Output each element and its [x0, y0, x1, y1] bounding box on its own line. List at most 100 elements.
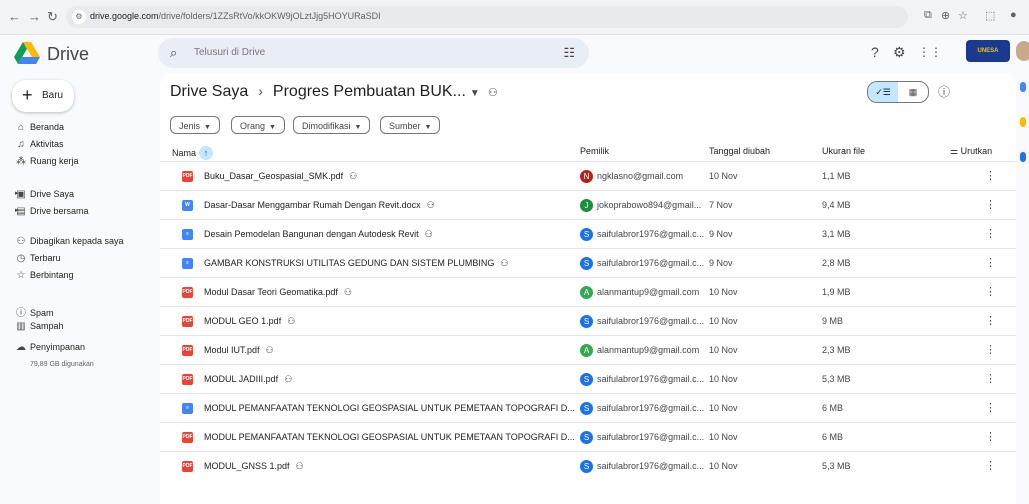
cast-icon[interactable]: ⧉: [924, 9, 932, 22]
file-size: 6 MB: [822, 403, 844, 413]
file-name-text: GAMBAR KONSTRUKSI UTILITAS GEDUNG DAN SI…: [204, 258, 495, 268]
file-row[interactable]: PDF Buku_Dasar_Geospasial_SMK.pdf ⚇ Nngklas…: [160, 161, 1016, 191]
search-icon[interactable]: ⌕: [170, 45, 177, 61]
site-info-icon[interactable]: ⚙: [72, 10, 86, 24]
keep-side-icon[interactable]: [1020, 117, 1026, 127]
calendar-side-icon[interactable]: [1020, 82, 1026, 92]
column-header-name[interactable]: Nama ↑: [172, 146, 214, 160]
pdf-file-icon: PDF: [182, 345, 193, 356]
forward-icon[interactable]: →: [28, 9, 41, 24]
more-actions-icon[interactable]: ⋮: [985, 343, 996, 356]
app-title: Drive: [47, 44, 90, 64]
search-bar[interactable]: ⌕ ☷: [158, 38, 589, 68]
sidebar-item-ruang-kerja[interactable]: ⁂ Ruang kerja: [12, 156, 79, 170]
file-row[interactable]: PDF MODUL_GNSS 1.pdf ⚇ Ssaifulabror1976@gma…: [160, 451, 1016, 481]
filter-chip-dimodifikasi[interactable]: Dimodifikasi ▼: [293, 116, 371, 134]
sidebar-item-sampah[interactable]: ▥ Sampah: [12, 321, 63, 335]
details-info-icon[interactable]: ⓘ: [938, 83, 950, 100]
sidebar-item-penyimpanan[interactable]: ☁ Penyimpanan: [12, 342, 85, 356]
file-name: GAMBAR KONSTRUKSI UTILITAS GEDUNG DAN SI…: [204, 258, 508, 269]
column-header-modified[interactable]: Tanggal diubah: [709, 146, 770, 156]
sidebar-item-berbintang[interactable]: ☆ Berbintang: [12, 270, 74, 284]
sidebar-item-drive-saya[interactable]: ▸ ▣ Drive Saya: [12, 189, 74, 203]
more-actions-icon[interactable]: ⋮: [985, 430, 996, 443]
modified-date: 7 Nov: [709, 200, 733, 210]
settings-icon[interactable]: ⚙: [893, 44, 906, 61]
help-icon[interactable]: ?: [871, 44, 879, 60]
filter-chip-sumber[interactable]: Sumber ▼: [380, 116, 441, 134]
search-options-icon[interactable]: ☷: [563, 45, 575, 61]
file-row[interactable]: ≡ GAMBAR KONSTRUKSI UTILITAS GEDUNG DAN S…: [160, 248, 1016, 278]
file-row[interactable]: ≡ MODUL PEMANFAATAN TEKNOLOGI GEOSPASIAL …: [160, 393, 1016, 423]
org-badge[interactable]: UNESA: [966, 40, 1010, 62]
storage-usage-text: 79,89 GB digunakan: [30, 361, 94, 368]
reload-icon[interactable]: ↻: [47, 9, 58, 25]
more-actions-icon[interactable]: ⋮: [985, 372, 996, 385]
tasks-side-icon[interactable]: [1020, 152, 1026, 162]
expand-caret-icon[interactable]: ▸: [15, 189, 19, 197]
more-actions-icon[interactable]: ⋮: [985, 198, 996, 211]
owner-email: alanmantup9@gmail.com: [597, 345, 700, 355]
sidebar-item-terbaru[interactable]: ◷ Terbaru: [12, 253, 61, 267]
filter-chip-orang[interactable]: Orang ▼: [231, 116, 285, 134]
more-actions-icon[interactable]: ⋮: [985, 401, 996, 414]
sort-options-button[interactable]: ⚌ Urutkan: [950, 146, 992, 157]
address-bar[interactable]: ⚙ drive.google.com/drive/folders/1ZZsRtV…: [66, 6, 908, 28]
file-row[interactable]: PDF Modul Dasar Teori Geomatika.pdf ⚇ Aalan…: [160, 277, 1016, 307]
breadcrumb-separator: ›: [258, 83, 263, 99]
column-header-size[interactable]: Ukuran file: [822, 146, 865, 156]
more-actions-icon[interactable]: ⋮: [985, 227, 996, 240]
workspace-icon: ⁂: [16, 156, 26, 167]
extensions-icon[interactable]: ⬚: [985, 9, 995, 22]
zoom-icon[interactable]: ⊕: [941, 9, 950, 22]
sidebar-item-drive-bersama[interactable]: ▸ ▤ Drive bersama: [12, 206, 89, 220]
sidebar-item-label: Beranda: [30, 122, 65, 132]
more-actions-icon[interactable]: ⋮: [985, 285, 996, 298]
modified-date: 10 Nov: [709, 461, 738, 471]
pdf-file-icon: PDF: [182, 316, 193, 327]
file-row[interactable]: W Dasar-Dasar Menggambar Rumah Dengan Rev…: [160, 190, 1016, 220]
back-icon[interactable]: ←: [8, 9, 21, 24]
modified-date: 10 Nov: [709, 345, 738, 355]
sidebar-item-aktivitas[interactable]: ♫ Aktivitas: [12, 139, 63, 153]
file-row[interactable]: PDF Modul IUT.pdf ⚇ Aalanmantup9@gmail.com 1…: [160, 335, 1016, 365]
cloud-icon: ☁: [16, 342, 26, 353]
file-row[interactable]: PDF MODUL PEMANFAATAN TEKNOLOGI GEOSPASIA…: [160, 422, 1016, 452]
drive-logo-icon[interactable]: [14, 42, 40, 64]
filter-chip-jenis[interactable]: Jenis ▼: [170, 116, 220, 134]
breadcrumb-current-folder[interactable]: Progres Pembuatan BUK...: [273, 83, 466, 100]
bookmark-star-icon[interactable]: ☆: [958, 9, 968, 22]
column-header-owner: Pemilik: [580, 146, 610, 156]
owner-avatar: N: [580, 170, 593, 183]
more-actions-icon[interactable]: ⋮: [985, 459, 996, 472]
filter-chip-label: Jenis: [179, 121, 201, 131]
file-row[interactable]: PDF MODUL GEO 1.pdf ⚇ Ssaifulabror1976@gmai…: [160, 306, 1016, 336]
people-icon: ⚇: [16, 236, 26, 247]
file-name: MODUL PEMANFAATAN TEKNOLOGI GEOSPASIAL U…: [204, 403, 589, 414]
profile-icon[interactable]: ●: [1010, 9, 1017, 21]
search-input[interactable]: [194, 47, 494, 58]
pdf-file-icon: PDF: [182, 461, 193, 472]
sidebar-item-dibagikan[interactable]: ⚇ Dibagikan kepada saya: [12, 236, 124, 250]
owner-avatar: S: [580, 460, 593, 473]
apps-grid-icon[interactable]: ⋮⋮: [918, 45, 942, 59]
account-avatar[interactable]: [1016, 41, 1029, 61]
grid-view-button[interactable]: ▦: [898, 82, 928, 102]
sidebar-item-beranda[interactable]: ⌂ Beranda: [12, 122, 64, 136]
browser-toolbar: ← → ↻ ⚙ drive.google.com/drive/folders/1…: [0, 0, 1029, 35]
shared-icon: ⚇: [343, 287, 352, 297]
list-view-button[interactable]: ✓☰: [868, 82, 898, 102]
more-actions-icon[interactable]: ⋮: [985, 314, 996, 327]
breadcrumb-root[interactable]: Drive Saya: [170, 83, 248, 100]
expand-caret-icon[interactable]: ▸: [15, 206, 19, 214]
more-actions-icon[interactable]: ⋮: [985, 256, 996, 269]
sort-ascending-icon[interactable]: ↑: [199, 146, 214, 160]
folder-menu-caret-icon[interactable]: ▼: [470, 88, 480, 99]
file-name: Desain Pemodelan Bangunan dengan Autodes…: [204, 229, 433, 240]
new-button[interactable]: + Baru: [12, 80, 74, 112]
more-actions-icon[interactable]: ⋮: [985, 169, 996, 182]
sidebar-item-spam[interactable]: ⓘ Spam: [12, 304, 54, 319]
owner-email: saifulabror1976@gmail.c...: [597, 258, 705, 268]
file-row[interactable]: ≡ Desain Pemodelan Bangunan dengan Autode…: [160, 219, 1016, 249]
file-row[interactable]: PDF MODUL JADIII.pdf ⚇ Ssaifulabror1976@gma…: [160, 364, 1016, 394]
